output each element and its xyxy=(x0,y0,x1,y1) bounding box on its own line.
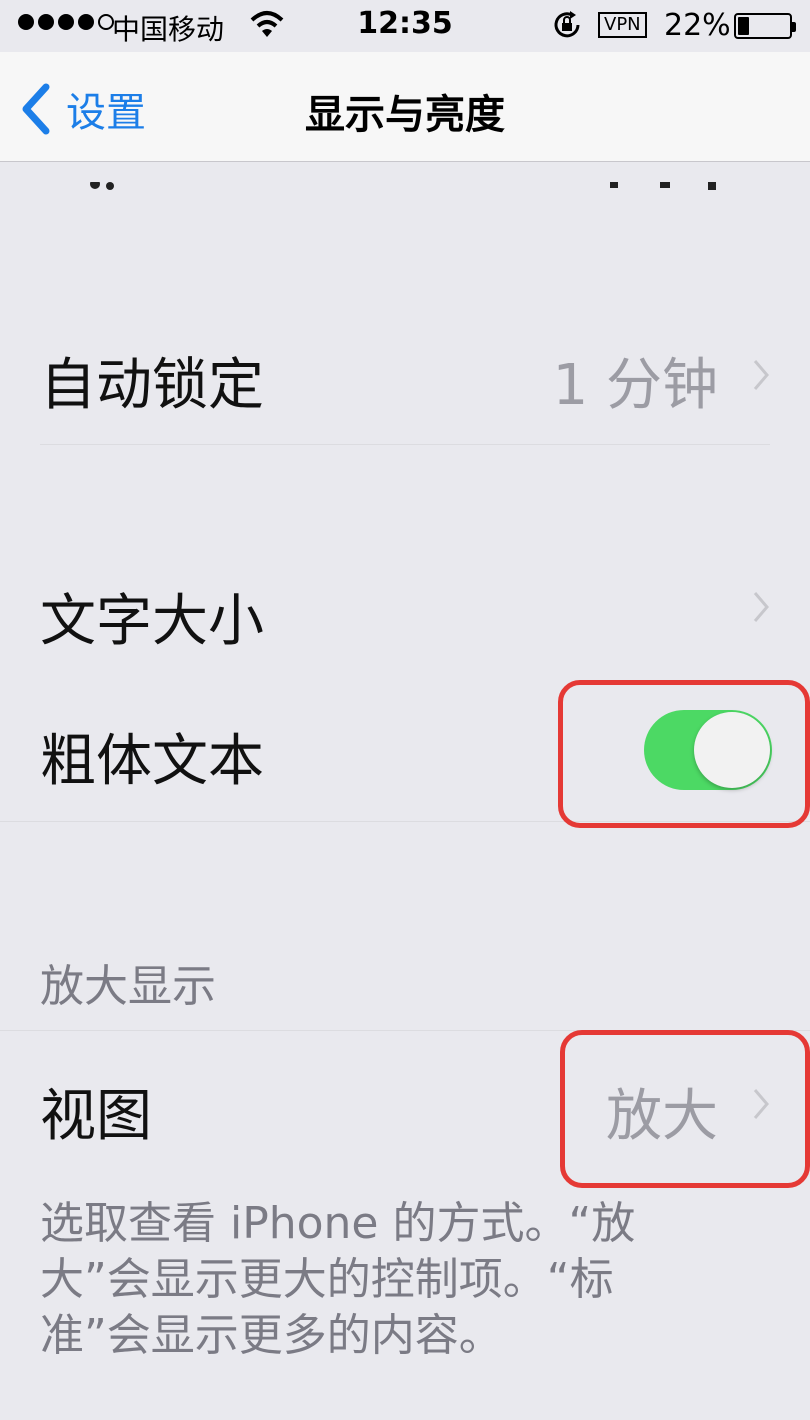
bold-text-label: 粗体文本 xyxy=(40,729,264,794)
view-label: 视图 xyxy=(40,1084,152,1149)
zoom-footer-note: 选取查看 iPhone 的方式。“放大”会显示更大的控制项。“标准”会显示更多的… xyxy=(40,1198,636,1361)
auto-lock-value: 1 分钟 xyxy=(552,353,718,418)
auto-lock-row[interactable]: 自动锁定 1 分钟 xyxy=(0,300,810,446)
status-bar: 中国移动 12:35 VPN 22% xyxy=(0,0,810,52)
battery-percent: 22% xyxy=(664,8,731,43)
settings-screen: 中国移动 12:35 VPN 22% 设置 显示与亮度 自动锁定 1 分钟 文字… xyxy=(0,0,810,1420)
navigation-bar: 设置 显示与亮度 xyxy=(0,52,810,190)
page-title: 显示与亮度 xyxy=(305,92,505,138)
battery-icon xyxy=(734,13,796,39)
text-size-row[interactable]: 文字大小 xyxy=(0,536,810,676)
battery-fill xyxy=(738,17,749,35)
rotation-lock-icon xyxy=(554,11,580,38)
section-header-zoom: 放大显示 xyxy=(40,961,216,1012)
scrolled-row-remnant xyxy=(90,182,716,190)
chevron-right-icon xyxy=(753,360,769,390)
toggle-highlight-box xyxy=(558,680,810,828)
chevron-right-icon xyxy=(753,592,769,622)
text-size-label: 文字大小 xyxy=(40,589,264,654)
view-value-highlight-box xyxy=(560,1030,810,1188)
vpn-badge: VPN xyxy=(598,12,647,38)
row-separator xyxy=(40,444,770,445)
auto-lock-label: 自动锁定 xyxy=(40,353,264,418)
